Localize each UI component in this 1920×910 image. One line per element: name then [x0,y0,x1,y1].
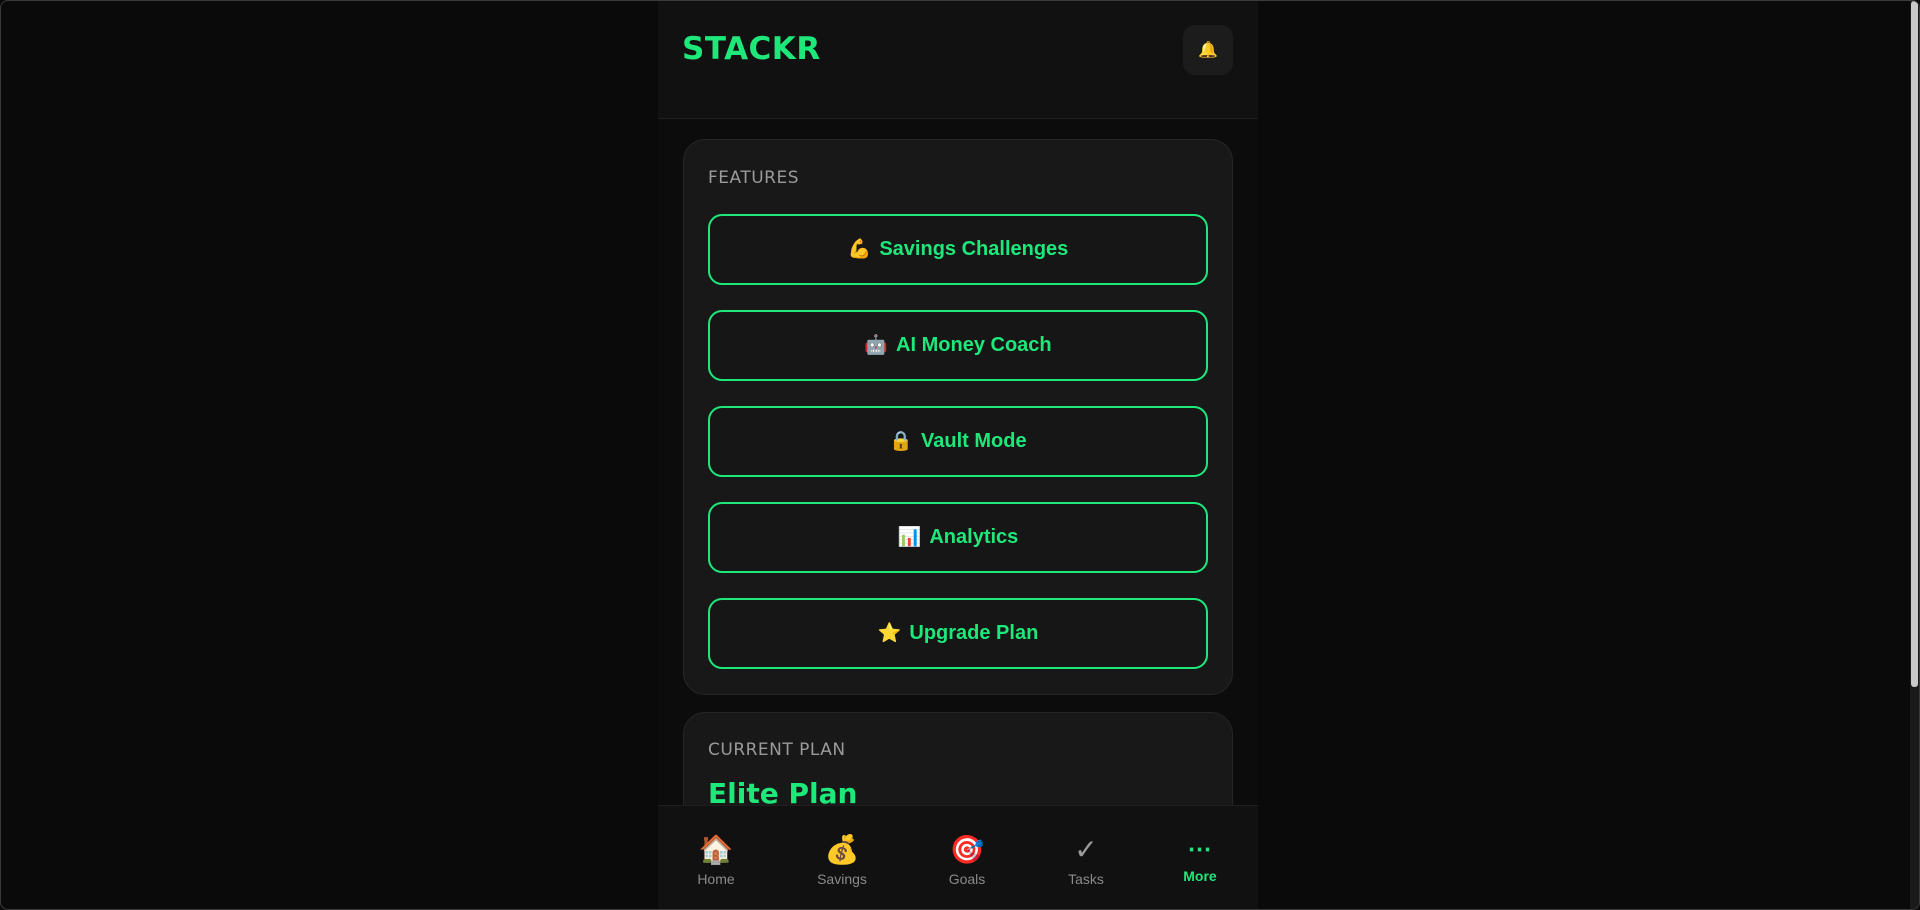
nav-label-home: Home [697,871,735,887]
features-card: FEATURES 💪 Savings Challenges 🤖 AI Money… [683,139,1233,695]
current-plan-section-label: CURRENT PLAN [708,740,846,760]
upgrade-plan-label: Upgrade Plan [909,622,1039,644]
savings-challenges-button[interactable]: 💪 Savings Challenges [708,214,1208,285]
app-container: STACKR 🔔 FEATURES 💪 Savings Challenges 🤖… [658,1,1258,909]
bar-chart-icon: 📊 [897,527,922,548]
nav-item-home[interactable]: 🏠 Home [686,806,746,909]
money-bag-icon: 💰 [824,834,860,865]
app-logo[interactable]: STACKR [682,31,821,67]
savings-challenges-label: Savings Challenges [879,238,1069,260]
analytics-button[interactable]: 📊 Analytics [708,502,1208,573]
browser-viewport: STACKR 🔔 FEATURES 💪 Savings Challenges 🤖… [0,0,1920,910]
notifications-button[interactable]: 🔔 [1183,25,1233,75]
vault-mode-button[interactable]: 🔒 Vault Mode [708,406,1208,477]
target-icon: 🎯 [949,834,985,865]
nav-item-more[interactable]: ⋯ More [1168,806,1232,909]
vault-mode-label: Vault Mode [921,430,1027,452]
bottom-navigation: 🏠 Home 💰 Savings 🎯 Goals ✓ Tasks ⋯ More [658,805,1258,909]
ellipsis-icon: ⋯ [1187,836,1213,863]
features-section-label: FEATURES [708,168,800,188]
upgrade-plan-button[interactable]: ⭐ Upgrade Plan [708,598,1208,669]
analytics-label: Analytics [929,526,1019,548]
flexed-biceps-icon: 💪 [847,239,872,260]
star-icon: ⭐ [877,623,902,644]
checkmark-icon: ✓ [1074,834,1098,865]
ai-money-coach-button[interactable]: 🤖 AI Money Coach [708,310,1208,381]
ai-money-coach-label: AI Money Coach [896,334,1052,356]
nav-label-more: More [1183,868,1217,884]
app-header: STACKR 🔔 [658,1,1258,119]
nav-label-tasks: Tasks [1068,871,1104,887]
nav-item-goals[interactable]: 🎯 Goals [932,806,1002,909]
robot-icon: 🤖 [864,335,889,356]
house-icon: 🏠 [698,834,734,865]
nav-item-tasks[interactable]: ✓ Tasks [1051,806,1121,909]
nav-item-savings[interactable]: 💰 Savings [802,806,882,909]
bell-icon: 🔔 [1198,42,1218,59]
nav-label-goals: Goals [948,871,986,887]
lock-icon: 🔒 [889,431,914,452]
page-scrollbar[interactable] [1910,1,1919,909]
scrollbar-thumb[interactable] [1911,1,1918,687]
nav-label-savings: Savings [817,871,867,887]
